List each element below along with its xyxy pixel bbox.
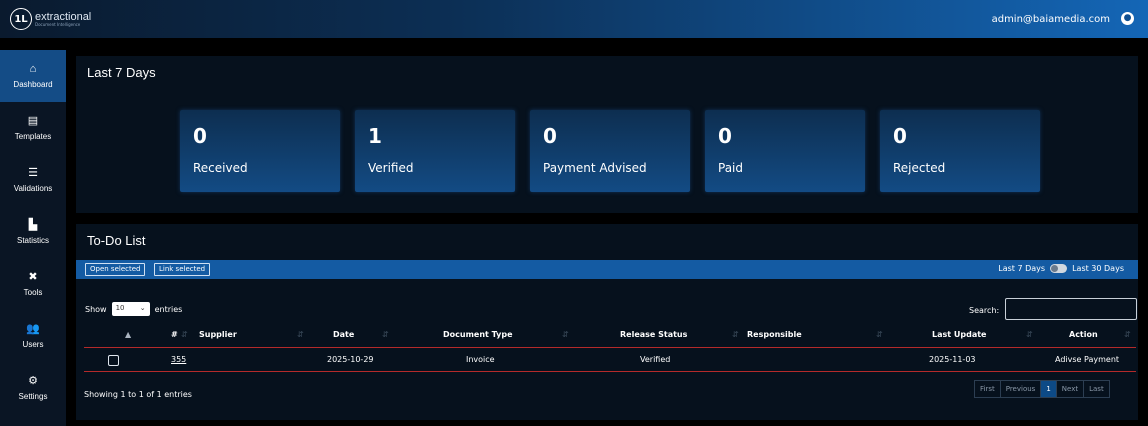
range-switch[interactable] bbox=[1050, 264, 1068, 273]
pager-page-1[interactable]: 1 bbox=[1041, 381, 1057, 397]
stat-label: Paid bbox=[718, 161, 744, 175]
pagination: First Previous 1 Next Last bbox=[974, 380, 1110, 398]
pager-first[interactable]: First bbox=[975, 381, 1001, 397]
stat-card-rejected: 0 Rejected bbox=[880, 110, 1040, 192]
home-icon: ⌂ bbox=[29, 62, 37, 75]
row-document-type: Invoice bbox=[466, 355, 495, 364]
col-header-responsible[interactable]: Responsible bbox=[747, 330, 802, 339]
sidebar-item-tools[interactable]: ✖ Tools bbox=[0, 258, 66, 310]
row-divider bbox=[84, 371, 1136, 372]
list-check-icon: ☰ bbox=[28, 166, 38, 179]
sidebar-item-label: Validations bbox=[13, 183, 53, 193]
panel-title: Last 7 Days bbox=[87, 65, 156, 80]
sidebar-item-label: Statistics bbox=[16, 235, 49, 245]
sort-asc-icon[interactable]: ▲ bbox=[125, 330, 131, 339]
stat-label: Verified bbox=[368, 161, 414, 175]
panel-title: To-Do List bbox=[87, 233, 146, 248]
sidebar-item-templates[interactable]: ▤ Templates bbox=[0, 102, 66, 154]
col-header-last-update[interactable]: Last Update bbox=[932, 330, 986, 339]
stat-value: 0 bbox=[893, 124, 907, 148]
search-label: Search: bbox=[969, 306, 1000, 315]
sort-icon[interactable]: ⇵ bbox=[382, 330, 389, 339]
stat-value: 1 bbox=[368, 124, 382, 148]
range-right-label: Last 30 Days bbox=[1072, 264, 1124, 273]
stat-card-received: 0 Received bbox=[180, 110, 340, 192]
file-icon: ▤ bbox=[27, 114, 39, 127]
row-action[interactable]: Adivse Payment bbox=[1055, 355, 1119, 364]
pager-next[interactable]: Next bbox=[1057, 381, 1085, 397]
users-icon: 👥 bbox=[26, 322, 40, 335]
user-email[interactable]: admin@baiamedia.com bbox=[992, 14, 1110, 25]
col-header-supplier[interactable]: Supplier bbox=[199, 330, 237, 339]
stat-value: 0 bbox=[193, 124, 207, 148]
sidebar-item-label: Templates bbox=[14, 131, 52, 141]
sidebar-item-statistics[interactable]: ▙ Statistics bbox=[0, 206, 66, 258]
range-left-label: Last 7 Days bbox=[998, 264, 1046, 273]
header-divider bbox=[84, 347, 1136, 348]
pager-previous[interactable]: Previous bbox=[1001, 381, 1042, 397]
open-selected-button[interactable]: Open selected bbox=[85, 263, 146, 276]
todo-toolbar: Open selected Link selected Last 7 Days … bbox=[76, 260, 1138, 279]
logo[interactable]: 1L extractional Document Intelligence bbox=[10, 8, 91, 30]
range-toggle: Last 7 Days Last 30 Days bbox=[998, 264, 1124, 273]
sort-icon[interactable]: ⇵ bbox=[297, 330, 304, 339]
sidebar-item-settings[interactable]: ⚙ Settings bbox=[0, 362, 66, 414]
sort-icon[interactable]: ⇵ bbox=[876, 330, 883, 339]
sidebar-item-label: Dashboard bbox=[13, 79, 53, 89]
sort-icon[interactable]: ⇵ bbox=[562, 330, 569, 339]
showing-info: Showing 1 to 1 of 1 entries bbox=[84, 390, 192, 399]
logo-name: extractional bbox=[35, 10, 92, 23]
row-checkbox[interactable] bbox=[108, 355, 119, 366]
gears-icon: ⚙ bbox=[28, 374, 38, 387]
entries-control: Show 10 ⌄ entries bbox=[85, 302, 182, 316]
stat-value: 0 bbox=[543, 124, 557, 148]
stat-value: 0 bbox=[718, 124, 732, 148]
col-header-id[interactable]: # bbox=[171, 330, 178, 339]
search-input[interactable] bbox=[1005, 298, 1137, 320]
chart-icon: ▙ bbox=[28, 218, 38, 231]
col-header-release-status[interactable]: Release Status bbox=[620, 330, 687, 339]
sidebar-item-label: Users bbox=[22, 339, 44, 349]
sidebar-item-label: Settings bbox=[18, 391, 48, 401]
summary-panel: Last 7 Days 0 Received 1 Verified 0 Paym… bbox=[76, 56, 1138, 213]
stat-label: Payment Advised bbox=[543, 161, 647, 175]
top-bar: 1L extractional Document Intelligence ad… bbox=[0, 0, 1148, 38]
chevron-down-icon: ⌄ bbox=[139, 304, 146, 312]
col-header-action[interactable]: Action bbox=[1069, 330, 1098, 339]
col-header-date[interactable]: Date bbox=[333, 330, 354, 339]
pager-last[interactable]: Last bbox=[1084, 381, 1109, 397]
logo-tagline: Document Intelligence bbox=[35, 21, 81, 27]
entries-label: entries bbox=[154, 304, 183, 314]
sort-icon[interactable]: ⇵ bbox=[1026, 330, 1033, 339]
stat-label: Received bbox=[193, 161, 248, 175]
row-id-link[interactable]: 355 bbox=[171, 355, 186, 364]
sidebar: ⌂ Dashboard ▤ Templates ☰ Validations ▙ … bbox=[0, 50, 66, 426]
row-date: 2025-10-29 bbox=[327, 355, 374, 364]
col-header-document-type[interactable]: Document Type bbox=[443, 330, 513, 339]
link-selected-button[interactable]: Link selected bbox=[154, 263, 211, 276]
sort-icon[interactable]: ⇵ bbox=[181, 330, 188, 339]
globe-icon[interactable]: ● bbox=[1121, 12, 1134, 25]
entries-select[interactable]: 10 ⌄ bbox=[111, 302, 150, 316]
stat-card-verified: 1 Verified bbox=[355, 110, 515, 192]
sidebar-item-dashboard[interactable]: ⌂ Dashboard bbox=[0, 50, 66, 102]
show-label: Show bbox=[85, 304, 107, 314]
sidebar-item-validations[interactable]: ☰ Validations bbox=[0, 154, 66, 206]
sort-icon[interactable]: ⇵ bbox=[732, 330, 739, 339]
tools-icon: ✖ bbox=[28, 270, 38, 283]
entries-value: 10 bbox=[115, 304, 125, 312]
row-release-status: Verified bbox=[640, 355, 671, 364]
sort-icon[interactable]: ⇵ bbox=[1124, 330, 1131, 339]
sidebar-item-users[interactable]: 👥 Users bbox=[0, 310, 66, 362]
stat-label: Rejected bbox=[893, 161, 946, 175]
row-last-update: 2025-11-03 bbox=[929, 355, 976, 364]
sidebar-item-label: Tools bbox=[23, 287, 43, 297]
logo-mark: 1L bbox=[10, 8, 32, 30]
stat-card-payment-advised: 0 Payment Advised bbox=[530, 110, 690, 192]
stat-card-paid: 0 Paid bbox=[705, 110, 865, 192]
